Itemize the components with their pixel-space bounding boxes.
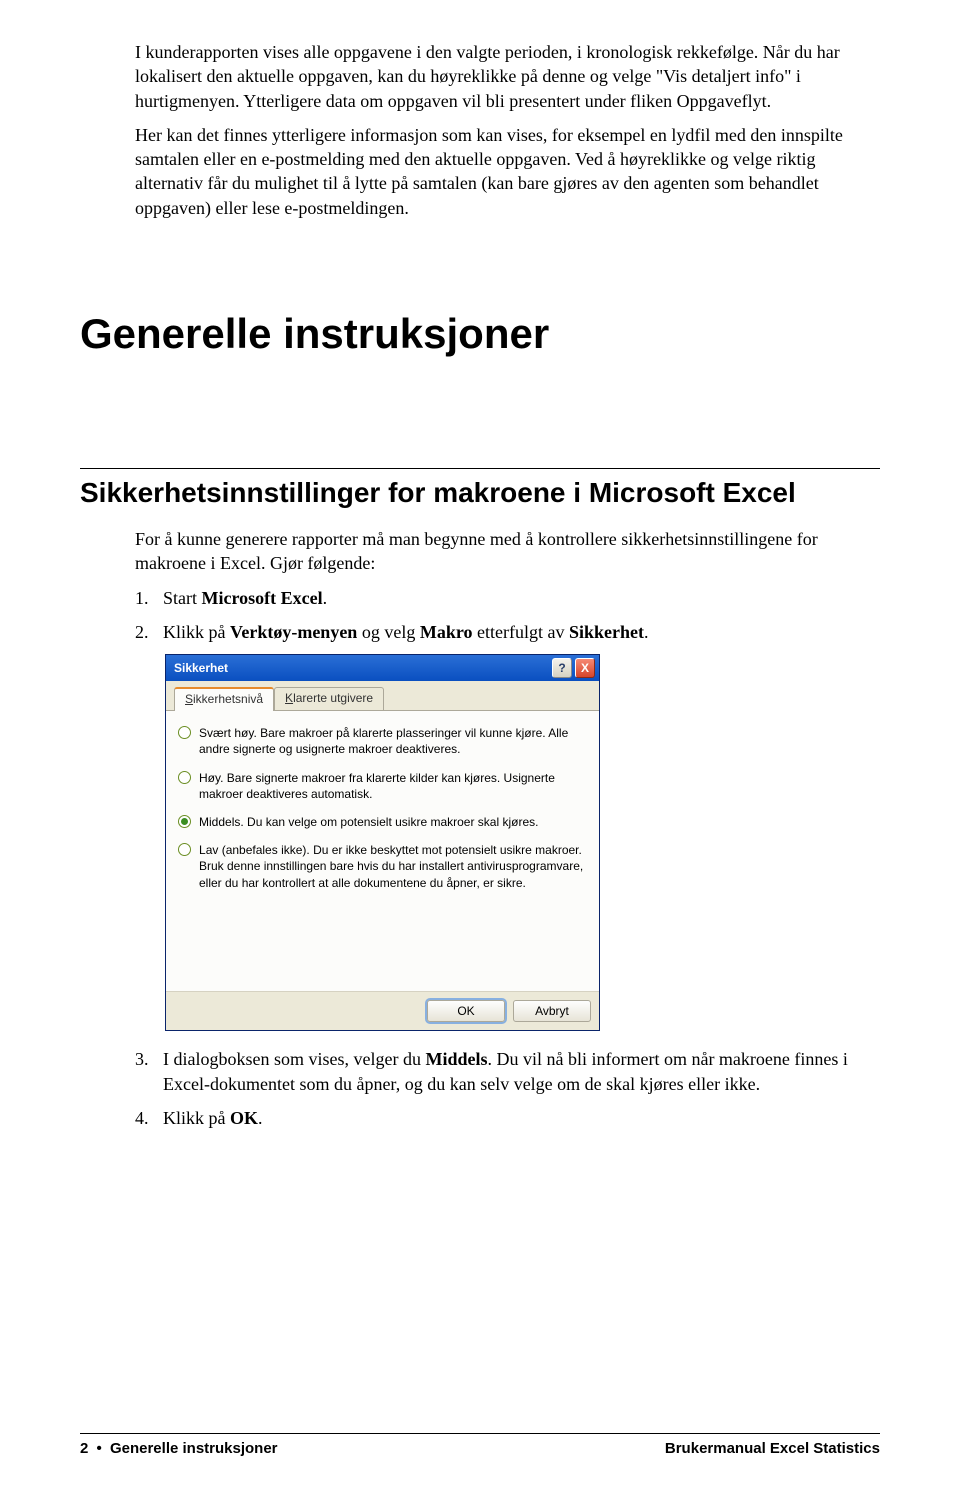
ok-button[interactable]: OK — [427, 1000, 505, 1022]
step-2-number: 2. — [135, 620, 163, 644]
page-footer: 2 • Generelle instruksjoner Brukermanual… — [80, 1433, 880, 1457]
intro-paragraph-1: I kunderapporten vises alle oppgavene i … — [135, 40, 870, 113]
step-3-text-a: I dialogboksen som vises, velger du — [163, 1049, 425, 1069]
step-4-number: 4. — [135, 1106, 163, 1130]
step-1-bold: Microsoft Excel — [202, 588, 323, 608]
option-medium[interactable]: Middels. Du kan velge om potensielt usik… — [178, 814, 587, 830]
opt2-accel: H — [199, 771, 208, 785]
step-2-bold-3: Sikkerhet — [569, 622, 644, 642]
dialog-screenshot: Sikkerhet ? X Sikkerhetsnivå Klarerte ut… — [165, 654, 880, 1031]
step-2: 2. Klikk på Verktøy-menyen og velg Makro… — [135, 620, 870, 644]
radio-icon[interactable] — [178, 815, 191, 828]
cancel-button[interactable]: Avbryt — [513, 1000, 591, 1022]
opt1-text: vært høy. Bare makroer på klarerte plass… — [199, 726, 568, 756]
radio-icon[interactable] — [178, 771, 191, 784]
opt4-text: av (anbefales ikke). Du er ikke beskytte… — [199, 843, 583, 889]
dialog-title: Sikkerhet — [174, 661, 228, 675]
steps-list: 1. Start Microsoft Excel. 2. Klikk på Ve… — [135, 586, 870, 645]
intro-paragraph-2: Her kan det finnes ytterligere informasj… — [135, 123, 870, 220]
radio-icon[interactable] — [178, 726, 191, 739]
radio-icon[interactable] — [178, 843, 191, 856]
footer-section: Generelle instruksjoner — [110, 1440, 278, 1457]
step-1-text-c: . — [323, 588, 328, 608]
step-4-bold: OK — [230, 1108, 258, 1128]
step-4-text-c: . — [258, 1108, 263, 1128]
tab-security-level[interactable]: Sikkerhetsnivå — [174, 687, 274, 711]
step-3-number: 3. — [135, 1047, 163, 1096]
close-button[interactable]: X — [575, 658, 595, 678]
dialog-titlebar[interactable]: Sikkerhet ? X — [166, 655, 599, 681]
tab-2-rest: larerte utgivere — [293, 691, 373, 705]
footer-manual-title: Brukermanual Excel Statistics — [665, 1440, 880, 1457]
opt4-accel: L — [199, 843, 206, 857]
heading-main: Generelle instruksjoner — [80, 310, 880, 358]
dialog-body: Svært høy. Bare makroer på klarerte plas… — [166, 711, 599, 991]
opt1-accel: S — [199, 726, 207, 740]
step-1-number: 1. — [135, 586, 163, 610]
footer-rule — [80, 1433, 880, 1434]
opt2-text: øy. Bare signerte makroer fra klarerte k… — [199, 771, 555, 801]
step-2-text-c: og velg — [357, 622, 420, 642]
step-4: 4. Klikk på OK. — [135, 1106, 870, 1130]
footer-page-number: 2 — [80, 1440, 88, 1457]
tab-1-rest: ikkerhetsnivå — [193, 692, 263, 706]
step-2-bold-1: Verktøy-menyen — [230, 622, 357, 642]
steps-list-cont: 3. I dialogboksen som vises, velger du M… — [135, 1047, 870, 1130]
option-high[interactable]: Høy. Bare signerte makroer fra klarerte … — [178, 770, 587, 802]
step-2-text-g: . — [644, 622, 649, 642]
opt3-accel: M — [199, 815, 209, 829]
heading-sub: Sikkerhetsinnstillinger for makroene i M… — [80, 477, 880, 509]
option-very-high[interactable]: Svært høy. Bare makroer på klarerte plas… — [178, 725, 587, 757]
dialog-footer: OK Avbryt — [166, 991, 599, 1030]
step-1-text-a: Start — [163, 588, 202, 608]
step-1: 1. Start Microsoft Excel. — [135, 586, 870, 610]
dialog-tabstrip: Sikkerhetsnivå Klarerte utgivere — [166, 681, 599, 711]
tab-2-accel: K — [285, 691, 293, 705]
tab-trusted-publishers[interactable]: Klarerte utgivere — [274, 687, 384, 710]
step-3: 3. I dialogboksen som vises, velger du M… — [135, 1047, 870, 1096]
footer-bullet-icon: • — [93, 1440, 106, 1457]
step-4-text-a: Klikk på — [163, 1108, 230, 1128]
step-2-bold-2: Makro — [420, 622, 473, 642]
option-low[interactable]: Lav (anbefales ikke). Du er ikke beskytt… — [178, 842, 587, 891]
tab-1-accel: S — [185, 692, 193, 706]
section-rule — [80, 468, 880, 469]
sub-intro: For å kunne generere rapporter må man be… — [135, 527, 870, 576]
step-3-bold: Middels — [425, 1049, 487, 1069]
step-2-text-e: etterfulgt av — [473, 622, 569, 642]
step-2-text-a: Klikk på — [163, 622, 230, 642]
help-button[interactable]: ? — [552, 658, 572, 678]
opt3-text: iddels. Du kan velge om potensielt usikr… — [209, 815, 538, 829]
